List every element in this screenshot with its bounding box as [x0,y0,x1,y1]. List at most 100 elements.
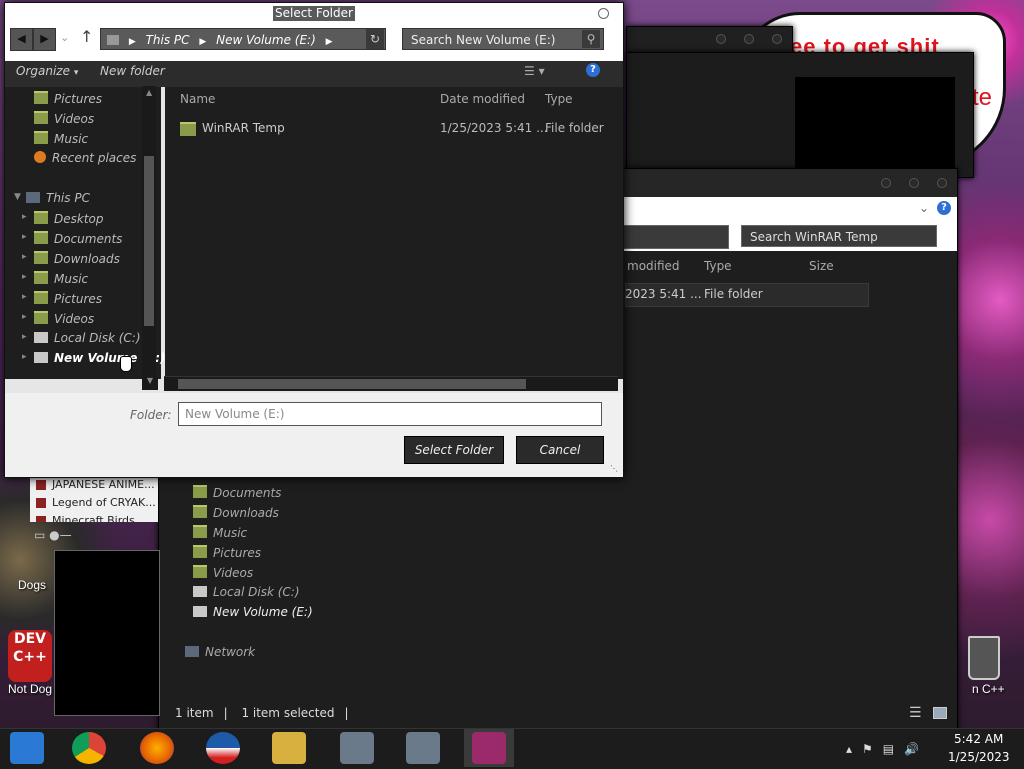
nav-item-downloads[interactable]: ▸ Downloads [22,251,120,266]
breadcrumb-this-pc[interactable]: This PC [146,33,190,47]
search-icon[interactable]: ⚲ [582,30,600,48]
recent-files-list: JAPANESE ANIME... Legend of CRYAK... Min… [30,476,158,522]
expand-arrow-icon[interactable]: ▼ [14,192,21,202]
explorer-search-input[interactable]: Search WinRAR Temp [741,225,937,247]
new-folder-button[interactable]: New folder [100,64,165,78]
column-header-type[interactable]: Type [704,259,732,273]
chrome-app-icon[interactable] [72,732,106,764]
nav-item-network[interactable]: Network [185,645,255,659]
nav-item-desktop[interactable]: ▸ Desktop [22,211,104,226]
recent-locations-chevron-icon[interactable]: ⌄ [60,31,69,44]
forward-button[interactable]: ▶ [33,28,56,51]
help-icon[interactable]: ? [937,201,951,215]
recycle-bin-icon[interactable] [968,636,1000,680]
dialog-title: Select Folder [273,6,355,21]
chevron-down-icon[interactable]: ⌄ [919,201,929,215]
nav-item-music[interactable]: Music [34,131,88,146]
expand-arrow-icon[interactable]: ▸ [22,212,27,222]
address-bar[interactable]: ▶ This PC ▶ New Volume (E:) ▶ [100,28,386,50]
window-controls[interactable] [698,33,782,47]
disk-icon [34,332,48,343]
folder-input[interactable] [178,402,602,426]
up-arrow-icon[interactable]: ↑ [80,27,93,46]
scroll-down-icon[interactable]: ▼ [142,376,158,390]
nav-item-videos-pc[interactable]: ▸ Videos [22,311,94,326]
column-header-type[interactable]: Type [545,92,573,106]
background-window-2[interactable] [626,52,974,178]
nav-item-this-pc[interactable]: ▼ This PC [14,191,90,205]
nav-item-videos[interactable]: Videos [193,565,253,580]
nav-scrollbar[interactable] [142,86,156,376]
folder-app-icon[interactable] [272,732,306,764]
nav-item-music-pc[interactable]: ▸ Music [22,271,88,286]
videos-folder-icon [34,111,48,124]
firefox-app-icon[interactable] [140,732,174,764]
nav-item-documents[interactable]: ▸ Documents [22,231,122,246]
devcpp-icon[interactable]: DEV C++ [8,630,52,682]
nav-item-new-volume[interactable]: New Volume (E:) [193,605,313,619]
column-header-size[interactable]: Size [809,259,834,273]
nav-item-local-disk[interactable]: Local Disk (C:) [193,585,300,599]
breadcrumb-separator-icon: ▶ [199,37,207,47]
expand-arrow-icon[interactable]: ▸ [22,312,27,322]
nav-item-pictures[interactable]: Pictures [193,545,261,560]
folder-label: Folder: [130,408,172,422]
obama-logo-app-icon[interactable] [206,732,240,764]
nav-item-videos[interactable]: Videos [34,111,94,126]
help-icon[interactable]: ? [586,63,600,77]
expand-arrow-icon[interactable]: ▸ [22,352,27,362]
window-controls[interactable] [863,177,947,191]
nav-item-pictures[interactable]: Pictures [34,91,102,106]
breadcrumb-new-volume[interactable]: New Volume (E:) [216,33,316,47]
nav-item-documents[interactable]: Documents [193,485,281,500]
desktop-label-dogs[interactable]: Dogs [18,578,46,592]
expand-arrow-icon[interactable]: ▸ [22,332,27,342]
list-item[interactable]: Legend of CRYAK... [30,494,158,512]
expand-arrow-icon[interactable]: ▸ [22,292,27,302]
organize-button[interactable]: Organize ▾ [16,64,78,78]
row-date: 2023 5:41 ... [625,287,702,301]
close-button[interactable] [598,8,609,19]
disk-icon [34,352,48,363]
search-input[interactable]: Search New Volume (E:) [402,28,604,50]
videos-folder-icon [34,311,48,324]
resize-grip-icon[interactable]: ⋱ [610,464,618,473]
column-header-modified[interactable]: modified [627,259,680,273]
dialog-titlebar[interactable]: Select Folder [5,3,623,25]
refresh-icon[interactable]: ↻ [366,29,384,49]
view-options-icon[interactable]: ☰ ▾ [524,64,545,78]
nav-item-downloads[interactable]: Downloads [193,505,279,520]
scrollbar-thumb[interactable] [178,379,526,389]
desktop-label-cpp[interactable]: n C++ [972,682,1005,696]
expand-arrow-icon[interactable]: ▸ [22,272,27,282]
nav-item-music[interactable]: Music [193,525,247,540]
expand-arrow-icon[interactable]: ▸ [22,232,27,242]
folder-icon [193,485,207,498]
explorer-app-icon[interactable] [10,732,44,764]
explorer-address-bar[interactable] [621,225,729,249]
nav-item-recent-places[interactable]: Recent places [34,151,136,165]
setup-app-icon-2[interactable] [406,732,440,764]
nav-item-local-disk[interactable]: ▸ Local Disk (C:) [22,331,141,345]
list-item[interactable]: Minecraft Birds [30,512,158,522]
column-header-name[interactable]: Name [180,92,215,106]
desktop-label-notdog[interactable]: Not Dog [8,682,52,696]
clock-date[interactable]: 1/25/2023 [948,750,1010,764]
large-icons-view-icon[interactable] [933,707,947,719]
scroll-up-icon[interactable]: ▲ [146,88,152,97]
details-view-icon[interactable]: ☰ [909,705,922,721]
system-tray-icons[interactable]: ▴⚑▤🔊 [846,742,929,756]
setup-app-icon-1[interactable] [340,732,374,764]
clock-time[interactable]: 5:42 AM [954,732,1003,746]
select-folder-button[interactable]: Select Folder [404,436,504,464]
back-button[interactable]: ◀ [10,28,33,51]
column-header-date[interactable]: Date modified [440,92,525,106]
nav-item-pictures-pc[interactable]: ▸ Pictures [22,291,102,306]
horizontal-scrollbar[interactable] [164,376,618,391]
list-item[interactable]: JAPANESE ANIME... [30,476,158,494]
cancel-button[interactable]: Cancel [516,436,604,464]
expand-arrow-icon[interactable]: ▸ [22,252,27,262]
winrar-app-icon[interactable] [472,732,506,764]
comic-text-2: te [972,84,993,111]
scrollbar-thumb[interactable] [144,156,154,326]
